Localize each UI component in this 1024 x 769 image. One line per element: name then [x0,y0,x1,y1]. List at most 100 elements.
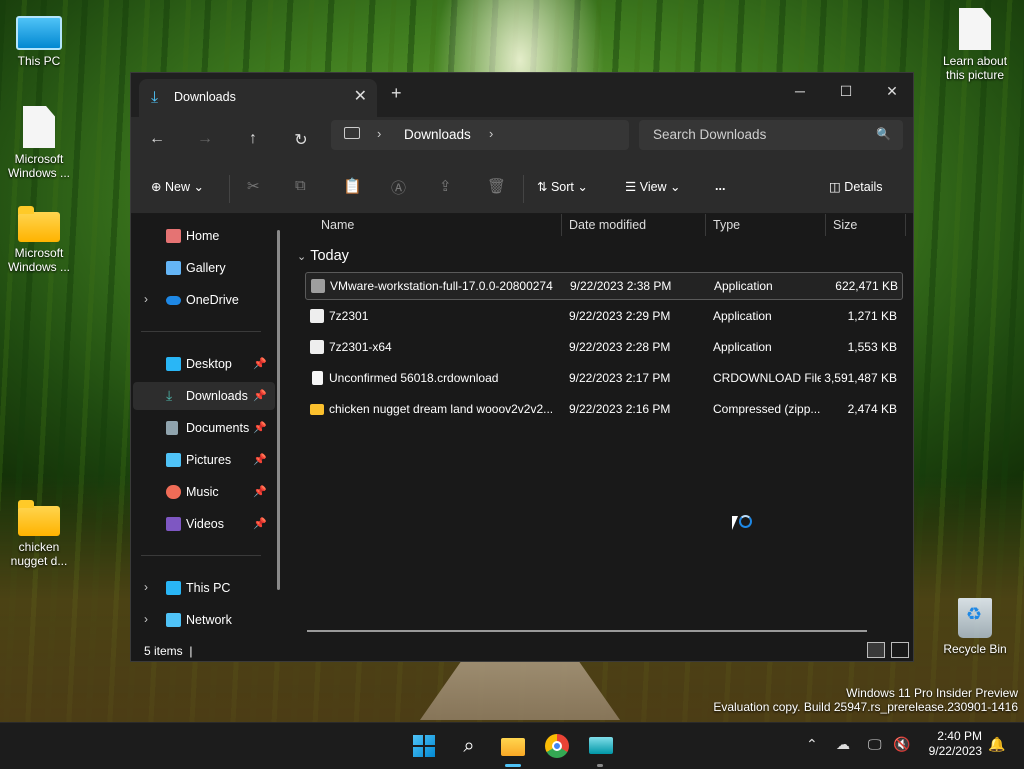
taskbar: ⌕ ⌃ ☁ 🖵 🔇 2:40 PM 9/22/2023 🔔 [0,722,1024,769]
videos-icon [166,517,181,531]
show-hidden-icons-chevron[interactable]: ⌃ [806,736,818,753]
table-row[interactable]: 7z2301 9/22/2023 2:29 PM Application 1,2… [305,303,901,329]
sidebar-item-pictures[interactable]: Pictures 📌 [133,446,275,474]
sidebar-item-network[interactable]: › Network [133,606,275,634]
clock[interactable]: 2:40 PM 9/22/2023 [929,729,982,759]
address-bar[interactable]: › Downloads › [331,120,629,150]
sidebar-scrollbar[interactable] [277,230,280,590]
network-tray-icon[interactable]: 🖵 [868,736,882,753]
minimize-button[interactable]: ─ [777,77,823,105]
sidebar-item-desktop[interactable]: Desktop 📌 [133,350,275,378]
sidebar-label: Downloads [186,389,248,403]
breadcrumb-downloads[interactable]: Downloads [404,127,471,142]
details-button[interactable]: ◫ Details [829,179,883,194]
pin-icon[interactable]: 📌 [253,485,267,498]
column-divider[interactable] [905,214,906,236]
more-options-button[interactable]: ... [715,179,725,193]
sidebar-item-videos[interactable]: Videos 📌 [133,510,275,538]
column-header-name[interactable]: Name [321,218,354,242]
view-label: View [639,180,667,194]
chevron-right-icon[interactable]: › [377,126,381,141]
column-header-date[interactable]: Date modified [569,218,646,242]
expand-chevron-icon[interactable]: › [144,292,148,306]
table-row[interactable]: VMware-workstation-full-17.0.0-20800274 … [305,272,903,300]
column-divider[interactable] [705,214,706,236]
rename-icon[interactable]: Ⓐ [391,177,406,198]
sidebar-item-documents[interactable]: Documents 📌 [133,414,275,442]
close-tab-icon[interactable]: ✕ [354,86,367,106]
desktop-icon-label: Recycle Bin [943,642,1007,656]
expand-chevron-icon[interactable]: › [144,612,148,626]
sidebar-item-onedrive[interactable]: › OneDrive [133,286,275,314]
sidebar-item-downloads[interactable]: ⤓ Downloads 📌 [133,382,275,410]
search-box[interactable]: Search Downloads 🔍 [639,120,903,150]
expand-chevron-icon[interactable]: › [144,580,148,594]
file-name: Unconfirmed 56018.crdownload [329,371,499,385]
onedrive-tray-icon[interactable]: ☁ [836,736,850,753]
paste-icon[interactable]: 📋 [343,177,362,195]
share-icon[interactable]: ⇪ [439,177,452,195]
pin-icon[interactable]: 📌 [253,389,267,402]
sidebar-label: Pictures [186,453,232,467]
desktop-icon-chicken-nugget[interactable]: chicken nugget d... [4,498,74,568]
sidebar-label: OneDrive [186,293,239,307]
pictures-icon [166,453,181,467]
close-window-button[interactable]: ✕ [869,77,915,105]
refresh-button[interactable]: ↻ [289,130,313,150]
cut-icon[interactable]: ✂ [247,177,260,195]
desktop-icon-microsoft-windows-1[interactable]: Microsoft Windows ... [4,106,74,180]
desktop-icon-recycle-bin[interactable]: ♻ Recycle Bin [940,598,1010,656]
file-date: 9/22/2023 2:17 PM [569,371,671,385]
notification-bell-icon[interactable]: 🔔 [988,736,1005,753]
volume-muted-icon[interactable]: 🔇 [893,736,910,753]
table-row[interactable]: Unconfirmed 56018.crdownload 9/22/2023 2… [305,365,901,391]
item-count: 5 items | [144,644,193,658]
chrome-taskbar-button[interactable] [543,732,571,760]
chevron-right-icon[interactable]: › [489,126,493,141]
desktop-icon-microsoft-windows-2[interactable]: Microsoft Windows ... [4,204,74,274]
sidebar-label: Home [186,229,220,243]
sidebar-item-this-pc[interactable]: › This PC [133,574,275,602]
horizontal-scrollbar[interactable] [307,630,867,632]
remote-desktop-taskbar-button[interactable] [587,732,615,767]
sidebar-item-gallery[interactable]: Gallery [133,254,275,282]
new-tab-button[interactable]: + [391,83,402,104]
sort-icon: ⇅ [537,180,548,194]
view-button[interactable]: ☰ View ⌄ [625,179,681,194]
desktop-icon-learn-about-picture[interactable]: Learn about this picture [940,8,1010,82]
pin-icon[interactable]: 📌 [253,517,267,530]
maximize-button[interactable]: ☐ [823,77,869,105]
pin-icon[interactable]: 📌 [253,453,267,466]
column-divider[interactable] [561,214,562,236]
column-header-size[interactable]: Size [833,218,857,242]
sort-button[interactable]: ⇅ Sort ⌄ [537,179,588,194]
tab-downloads[interactable]: ⤓ Downloads ✕ [139,79,377,117]
computer-icon [166,581,181,595]
sidebar-item-music[interactable]: Music 📌 [133,478,275,506]
desktop-icon-this-pc[interactable]: This PC [4,10,74,68]
file-name: chicken nugget dream land wooov2v2v2... [329,402,554,416]
tiles-view-icon[interactable] [891,642,909,658]
folder-icon [501,738,525,756]
details-view-icon[interactable] [867,642,885,658]
table-row[interactable]: 7z2301-x64 9/22/2023 2:28 PM Application… [305,334,901,360]
desktop-icon-label: Learn about this picture [942,54,1008,82]
sidebar-item-home[interactable]: Home [133,222,275,250]
copy-icon[interactable]: ⧉ [295,177,306,194]
forward-button[interactable]: → [193,130,217,148]
delete-icon[interactable]: 🗑 [487,177,506,195]
start-button[interactable] [410,732,438,760]
new-button[interactable]: ⊕ New ⌄ [151,179,204,194]
sidebar-label: Desktop [186,357,232,371]
column-header-type[interactable]: Type [713,218,740,242]
group-header-today[interactable]: ⌄ Today [297,248,349,264]
up-button[interactable]: ↑ [241,130,265,148]
back-button[interactable]: ← [145,130,169,148]
file-explorer-taskbar-button[interactable] [499,732,527,767]
clock-time: 2:40 PM [937,729,982,743]
pin-icon[interactable]: 📌 [253,357,267,370]
table-row[interactable]: chicken nugget dream land wooov2v2v2... … [305,396,901,422]
pin-icon[interactable]: 📌 [253,421,267,434]
column-divider[interactable] [825,214,826,236]
search-taskbar-button[interactable]: ⌕ [455,732,483,760]
